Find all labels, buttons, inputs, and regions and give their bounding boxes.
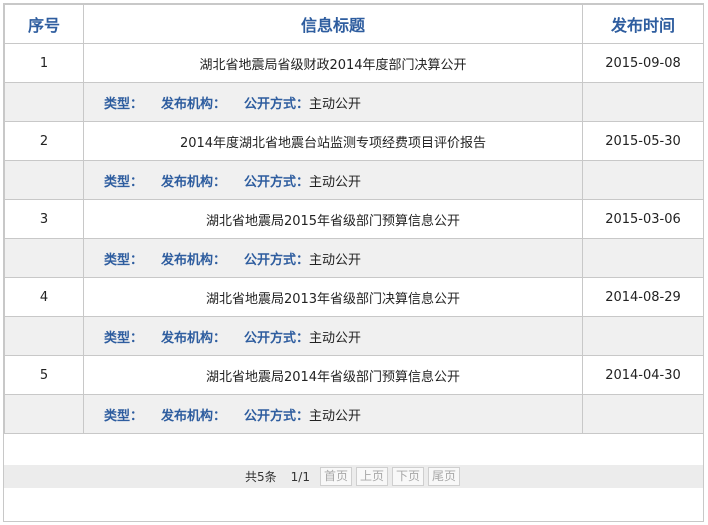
table-header-row: 序号 信息标题 发布时间 — [4, 4, 704, 44]
row-title-link[interactable]: 2014年度湖北省地震台站监测专项经费项目评价报告 — [83, 121, 583, 161]
row-title-link[interactable]: 湖北省地震局2015年省级部门预算信息公开 — [83, 199, 583, 239]
page-indicator: 1/1 — [290, 469, 310, 484]
table-meta-row: 类型： 发布机构： 公开方式：主动公开 — [4, 316, 704, 356]
method-label: 公开方式： — [244, 252, 310, 268]
meta-spacer — [582, 160, 704, 200]
meta-info: 类型： 发布机构： 公开方式：主动公开 — [83, 160, 583, 200]
next-page-button[interactable]: 下页 — [391, 467, 424, 486]
header-title: 信息标题 — [83, 4, 583, 44]
meta-spacer — [582, 82, 704, 122]
row-index: 1 — [4, 43, 84, 83]
meta-info: 类型： 发布机构： 公开方式：主动公开 — [83, 394, 583, 434]
row-date: 2015-09-08 — [582, 43, 704, 83]
total-count: 共5条 — [245, 470, 277, 484]
pagination: 共5条 1/1 首页 上页 下页 尾页 — [245, 467, 460, 486]
row-title-link[interactable]: 湖北省地震局2014年省级部门预算信息公开 — [83, 355, 583, 395]
first-page-button[interactable]: 首页 — [319, 467, 352, 486]
table-meta-row: 类型： 发布机构： 公开方式：主动公开 — [4, 82, 704, 122]
type-label: 类型： — [104, 174, 144, 190]
info-table-panel: 序号 信息标题 发布时间 1 湖北省地震局省级财政2014年度部门决算公开 20… — [3, 3, 704, 522]
org-label: 发布机构： — [161, 408, 227, 424]
row-index: 3 — [4, 199, 84, 239]
meta-spacer — [582, 316, 704, 356]
table-row: 1 湖北省地震局省级财政2014年度部门决算公开 2015-09-08 — [4, 43, 704, 83]
row-index: 2 — [4, 121, 84, 161]
row-index: 5 — [4, 355, 84, 395]
method-value: 主动公开 — [309, 330, 362, 346]
table-row: 3 湖北省地震局2015年省级部门预算信息公开 2015-03-06 — [4, 199, 704, 239]
method-label: 公开方式： — [244, 330, 310, 346]
table-row: 2 2014年度湖北省地震台站监测专项经费项目评价报告 2015-05-30 — [4, 121, 704, 161]
last-page-button[interactable]: 尾页 — [427, 467, 460, 486]
type-label: 类型： — [104, 330, 144, 346]
table-meta-row: 类型： 发布机构： 公开方式：主动公开 — [4, 238, 704, 278]
row-index: 4 — [4, 277, 84, 317]
meta-spacer — [4, 238, 84, 278]
meta-info: 类型： 发布机构： 公开方式：主动公开 — [83, 238, 583, 278]
header-index: 序号 — [4, 4, 84, 44]
method-value: 主动公开 — [309, 174, 362, 190]
method-label: 公开方式： — [244, 174, 310, 190]
row-title-link[interactable]: 湖北省地震局省级财政2014年度部门决算公开 — [83, 43, 583, 83]
row-date: 2015-05-30 — [582, 121, 704, 161]
meta-info: 类型： 发布机构： 公开方式：主动公开 — [83, 316, 583, 356]
meta-spacer — [582, 394, 704, 434]
table-meta-row: 类型： 发布机构： 公开方式：主动公开 — [4, 394, 704, 434]
meta-spacer — [582, 238, 704, 278]
meta-spacer — [4, 316, 84, 356]
meta-spacer — [4, 160, 84, 200]
row-date: 2015-03-06 — [582, 199, 704, 239]
method-label: 公开方式： — [244, 96, 310, 112]
prev-page-button[interactable]: 上页 — [355, 467, 388, 486]
org-label: 发布机构： — [161, 252, 227, 268]
method-label: 公开方式： — [244, 408, 310, 424]
type-label: 类型： — [104, 96, 144, 112]
row-date: 2014-04-30 — [582, 355, 704, 395]
table-row: 4 湖北省地震局2013年省级部门决算信息公开 2014-08-29 — [4, 277, 704, 317]
row-title-link[interactable]: 湖北省地震局2013年省级部门决算信息公开 — [83, 277, 583, 317]
info-table: 序号 信息标题 发布时间 1 湖北省地震局省级财政2014年度部门决算公开 20… — [4, 4, 704, 434]
method-value: 主动公开 — [309, 408, 362, 424]
row-date: 2014-08-29 — [582, 277, 704, 317]
org-label: 发布机构： — [161, 174, 227, 190]
table-row: 5 湖北省地震局2014年省级部门预算信息公开 2014-04-30 — [4, 355, 704, 395]
type-label: 类型： — [104, 408, 144, 424]
meta-spacer — [4, 82, 84, 122]
pagination-bar: 共5条 1/1 首页 上页 下页 尾页 — [4, 465, 703, 488]
meta-info: 类型： 发布机构： 公开方式：主动公开 — [83, 82, 583, 122]
org-label: 发布机构： — [161, 96, 227, 112]
meta-spacer — [4, 394, 84, 434]
method-value: 主动公开 — [309, 96, 362, 112]
type-label: 类型： — [104, 252, 144, 268]
table-meta-row: 类型： 发布机构： 公开方式：主动公开 — [4, 160, 704, 200]
header-date: 发布时间 — [582, 4, 704, 44]
org-label: 发布机构： — [161, 330, 227, 346]
method-value: 主动公开 — [309, 252, 362, 268]
